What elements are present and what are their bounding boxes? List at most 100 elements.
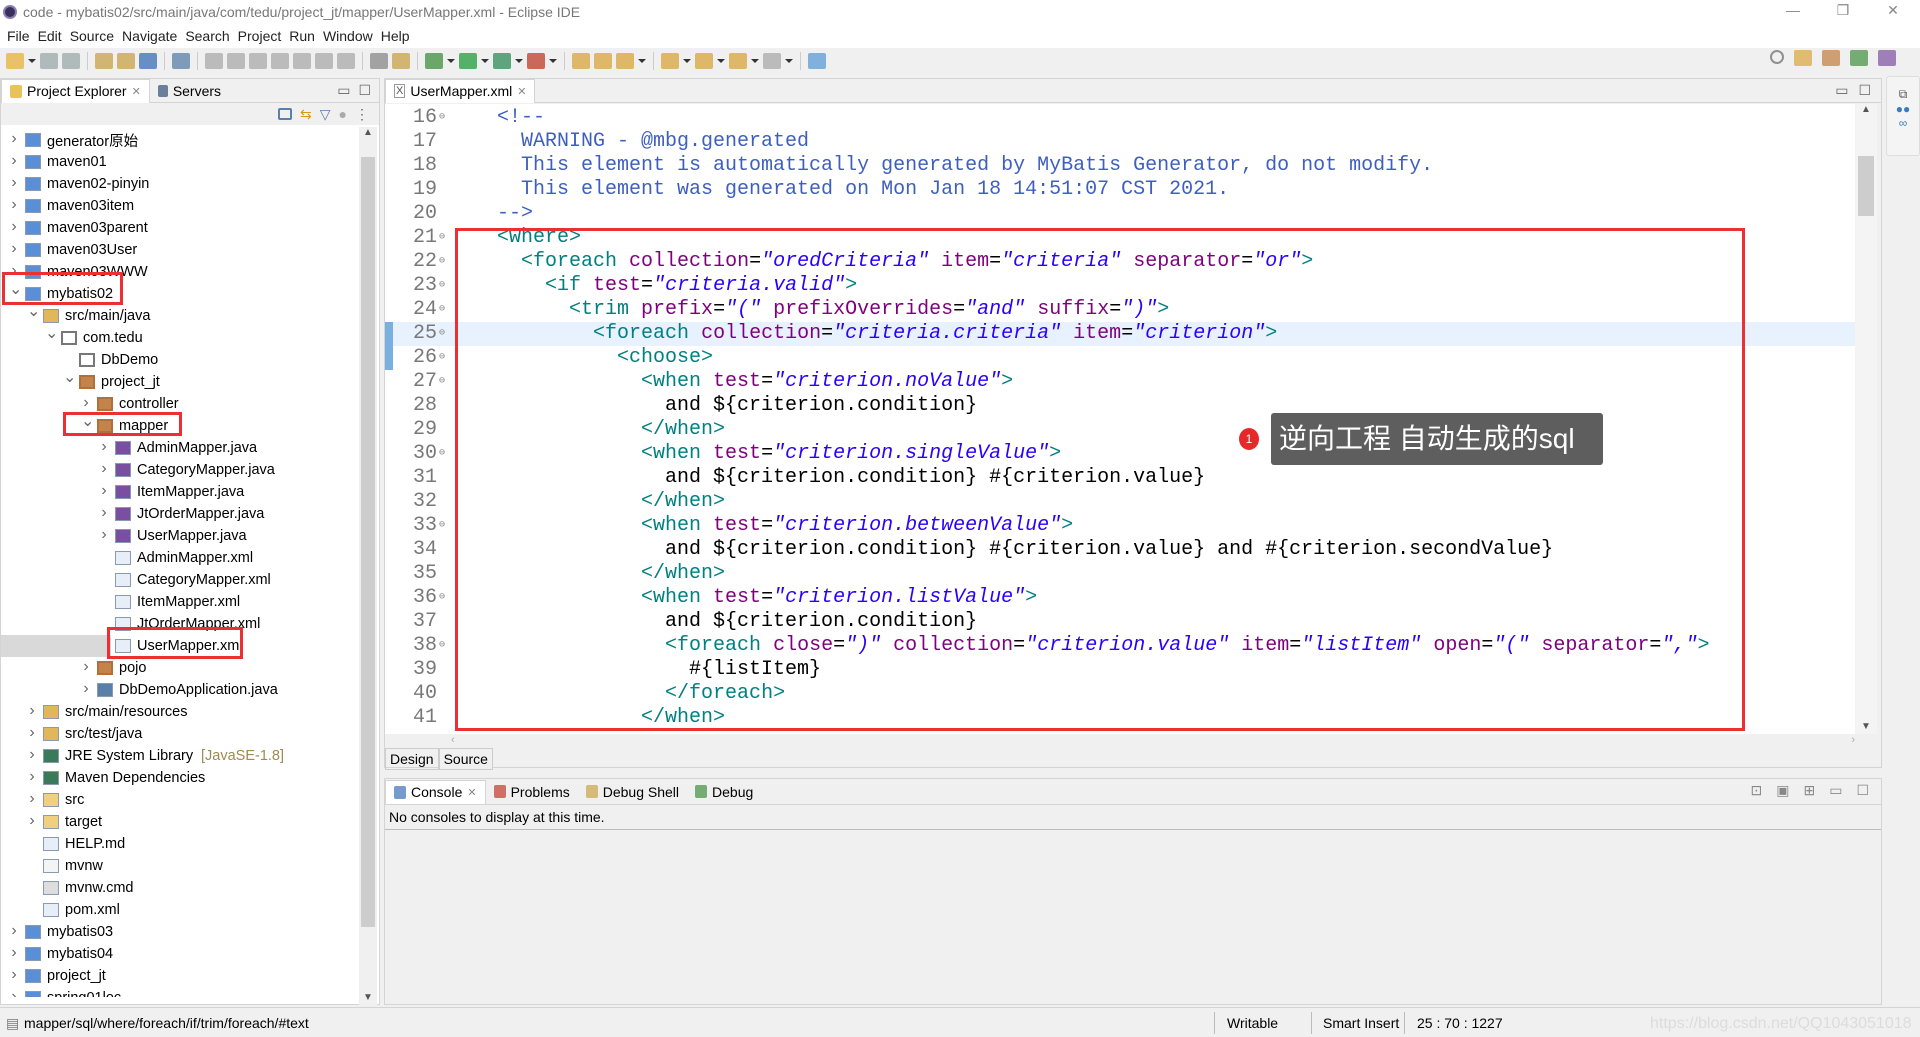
fold-toggle-icon[interactable]: ⊖ bbox=[439, 370, 445, 394]
drop-to-frame-icon[interactable] bbox=[370, 53, 388, 69]
tree-item-categorymapper-java[interactable]: › CategoryMapper.java bbox=[1, 459, 357, 481]
tab-debug-shell[interactable]: Debug Shell bbox=[578, 780, 687, 804]
tree-item-project-jt[interactable]: › project_jt bbox=[1, 965, 357, 987]
resume-icon[interactable] bbox=[205, 53, 223, 69]
tree-item-maven-dependencies[interactable]: › Maven Dependencies bbox=[1, 767, 357, 789]
dropdown-arrow-icon[interactable] bbox=[751, 59, 759, 63]
chevron-right-icon[interactable]: › bbox=[9, 152, 19, 170]
chevron-right-icon[interactable]: › bbox=[27, 768, 37, 786]
dropdown-arrow-icon[interactable] bbox=[549, 59, 557, 63]
tree-item-dbdemo[interactable]: DbDemo bbox=[1, 349, 357, 371]
dropdown-arrow-icon[interactable] bbox=[638, 59, 646, 63]
tree-item-adminmapper-xml[interactable]: AdminMapper.xml bbox=[1, 547, 357, 569]
maximize-view-button[interactable]: ☐ bbox=[358, 82, 371, 99]
tree-item-maven03item[interactable]: › maven03item bbox=[1, 195, 357, 217]
fold-toggle-icon[interactable]: ⊖ bbox=[439, 346, 445, 370]
open-perspective-icon[interactable] bbox=[1794, 50, 1812, 66]
tree-item-maven01[interactable]: › maven01 bbox=[1, 151, 357, 173]
chevron-right-icon[interactable]: › bbox=[27, 746, 37, 764]
menu-source[interactable]: Source bbox=[69, 28, 121, 44]
working-sets-icon[interactable]: ● bbox=[339, 106, 347, 122]
tree-item-mybatis04[interactable]: › mybatis04 bbox=[1, 943, 357, 965]
search-icon[interactable] bbox=[1770, 50, 1784, 64]
fold-toggle-icon[interactable]: ⊖ bbox=[439, 250, 445, 274]
code-line[interactable]: 20 --> bbox=[385, 202, 1855, 226]
breakpoints-icon[interactable]: ●● bbox=[1887, 102, 1919, 116]
new-icon[interactable] bbox=[6, 53, 24, 69]
code-line[interactable]: 17 WARNING - @mbg.generated bbox=[385, 130, 1855, 154]
chevron-right-icon[interactable]: › bbox=[9, 944, 19, 962]
java-perspective-icon[interactable] bbox=[1878, 50, 1896, 66]
scroll-left-icon[interactable]: ‹ bbox=[451, 734, 455, 746]
tree-item-spring01loc[interactable]: › spring01loc bbox=[1, 987, 357, 997]
fold-toggle-icon[interactable]: ⊖ bbox=[439, 586, 445, 610]
tab-project-explorer[interactable]: Project Explorer ✕ bbox=[1, 78, 150, 103]
back-icon[interactable] bbox=[729, 53, 747, 69]
fold-toggle-icon[interactable]: ⊖ bbox=[439, 106, 445, 130]
chevron-right-icon[interactable]: › bbox=[99, 438, 109, 456]
chevron-right-icon[interactable]: › bbox=[27, 702, 37, 720]
tree-item-pom-xml[interactable]: pom.xml bbox=[1, 899, 357, 921]
chevron-right-icon[interactable]: › bbox=[99, 460, 109, 478]
menu-edit[interactable]: Edit bbox=[37, 28, 69, 44]
close-button[interactable]: ✕ bbox=[1873, 2, 1913, 22]
next-annotation-icon[interactable] bbox=[661, 53, 679, 69]
menu-window[interactable]: Window bbox=[322, 28, 380, 44]
chevron-right-icon[interactable]: › bbox=[9, 988, 19, 997]
minimize-view-button[interactable]: ▭ bbox=[337, 82, 350, 99]
minimize-editor-button[interactable]: ▭ bbox=[1835, 82, 1848, 99]
chevron-right-icon[interactable]: › bbox=[9, 218, 19, 236]
tree-item-dbdemoapplication-java[interactable]: › DbDemoApplication.java bbox=[1, 679, 357, 701]
link-with-editor-icon[interactable]: ⇆ bbox=[300, 106, 312, 123]
minimize-view-button[interactable]: ▭ bbox=[1829, 782, 1842, 799]
collapse-all-icon[interactable] bbox=[278, 108, 293, 120]
fold-toggle-icon[interactable]: ⊖ bbox=[439, 442, 445, 466]
tree-item-usermapper-java[interactable]: › UserMapper.java bbox=[1, 525, 357, 547]
tree-item-src-main-resources[interactable]: › src/main/resources bbox=[1, 701, 357, 723]
code-line[interactable]: 18 This element is automatically generat… bbox=[385, 154, 1855, 178]
menu-navigate[interactable]: Navigate bbox=[121, 28, 184, 44]
tree-item-src[interactable]: › src bbox=[1, 789, 357, 811]
skip-breakpoints-icon[interactable] bbox=[172, 53, 190, 69]
menu-file[interactable]: File bbox=[6, 28, 37, 44]
tab-design[interactable]: Design bbox=[385, 748, 439, 770]
scroll-up-icon[interactable]: ▲ bbox=[359, 127, 377, 138]
maximize-editor-button[interactable]: ☐ bbox=[1858, 82, 1871, 99]
open-resource-icon[interactable] bbox=[117, 53, 135, 69]
tree-item-mybatis03[interactable]: › mybatis03 bbox=[1, 921, 357, 943]
open-type-icon[interactable] bbox=[95, 53, 113, 69]
tab-usermapper-xml[interactable]: X UserMapper.xml ✕ bbox=[385, 78, 536, 103]
scroll-up-icon[interactable]: ▲ bbox=[1855, 104, 1877, 115]
disconnect-icon[interactable] bbox=[271, 53, 289, 69]
chevron-right-icon[interactable]: › bbox=[27, 812, 37, 830]
menu-project[interactable]: Project bbox=[237, 28, 289, 44]
use-step-filters-icon[interactable] bbox=[392, 53, 410, 69]
chevron-right-icon[interactable]: › bbox=[99, 482, 109, 500]
console-icon[interactable] bbox=[139, 53, 157, 69]
suspend-icon[interactable] bbox=[227, 53, 245, 69]
external-tools-icon[interactable] bbox=[527, 53, 545, 69]
debug-perspective-icon[interactable] bbox=[1850, 50, 1868, 66]
tree-item-usermapper-xml[interactable]: UserMapper.xml bbox=[1, 635, 243, 657]
debug-icon[interactable] bbox=[425, 53, 443, 69]
tree-item-help-md[interactable]: HELP.md bbox=[1, 833, 357, 855]
dropdown-arrow-icon[interactable] bbox=[785, 59, 793, 63]
dropdown-arrow-icon[interactable] bbox=[481, 59, 489, 63]
coverage-icon[interactable] bbox=[493, 53, 511, 69]
dropdown-arrow-icon[interactable] bbox=[683, 59, 691, 63]
tab-debug[interactable]: Debug bbox=[687, 780, 761, 804]
close-tab-icon[interactable]: ✕ bbox=[517, 85, 526, 98]
step-over-icon[interactable] bbox=[315, 53, 333, 69]
tree-item-com-tedu[interactable]: ⌄ com.tedu bbox=[1, 325, 357, 349]
pin-editor-icon[interactable] bbox=[808, 53, 826, 69]
tree-item-mvnw[interactable]: mvnw bbox=[1, 855, 357, 877]
save-all-icon[interactable] bbox=[62, 53, 80, 69]
chevron-down-icon[interactable]: ⌄ bbox=[63, 367, 76, 387]
fold-toggle-icon[interactable]: ⊖ bbox=[439, 634, 445, 658]
chevron-right-icon[interactable]: › bbox=[99, 504, 109, 522]
chevron-right-icon[interactable]: › bbox=[27, 790, 37, 808]
previous-annotation-icon[interactable] bbox=[695, 53, 713, 69]
menu-search[interactable]: Search bbox=[184, 28, 236, 44]
chevron-right-icon[interactable]: › bbox=[9, 196, 19, 214]
new-java-project-icon[interactable] bbox=[572, 53, 590, 69]
